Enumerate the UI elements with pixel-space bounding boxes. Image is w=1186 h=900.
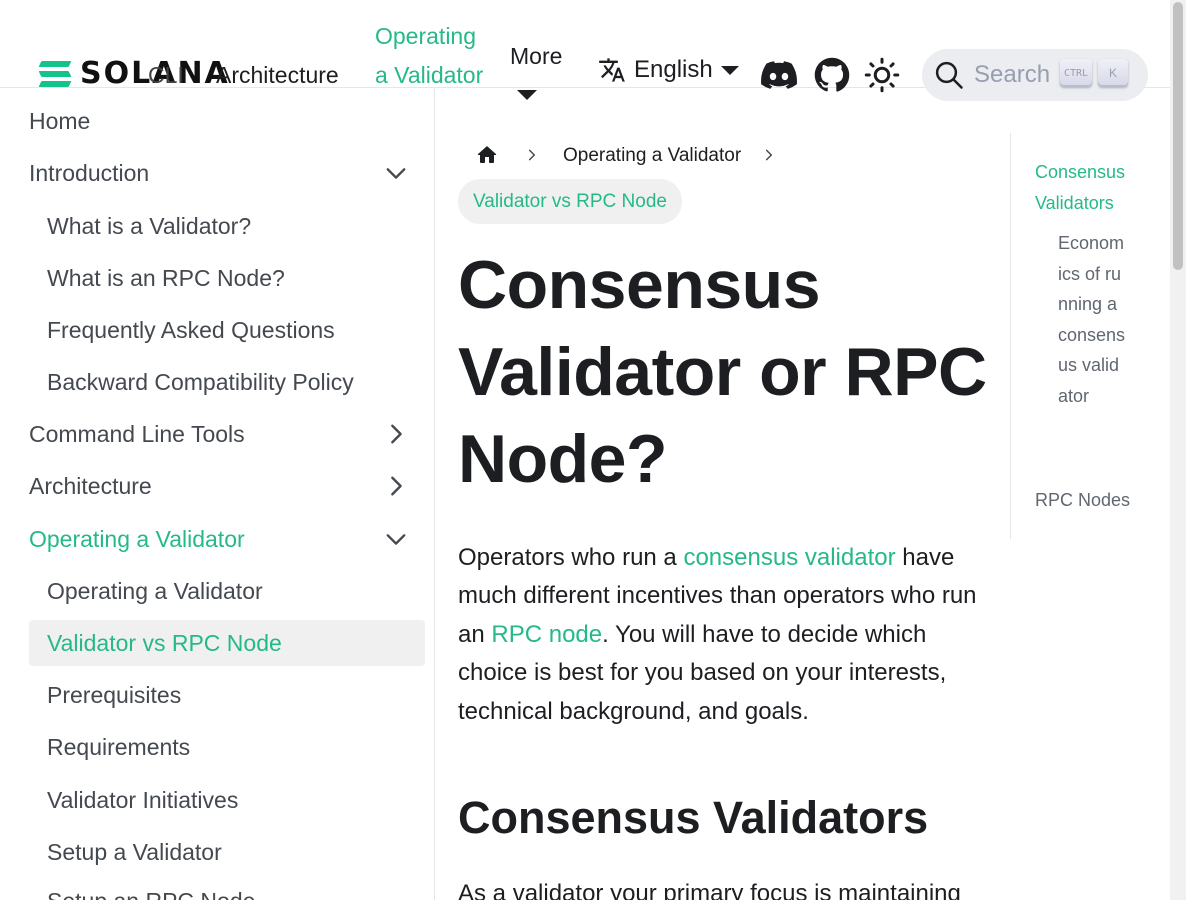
sidebar-item-label: Requirements <box>47 734 191 760</box>
sidebar-item-label: Home <box>29 108 91 134</box>
sidebar-item-label: Validator vs RPC Node <box>47 630 282 656</box>
sidebar-item-validator-initiatives[interactable]: Validator Initiatives <box>29 777 425 823</box>
sidebar-item-operating-validator[interactable]: Operating a Validator <box>29 516 425 562</box>
toc-link-rpc-nodes[interactable]: RPC Nodes <box>1035 485 1155 516</box>
sidebar-item-prerequisites[interactable]: Prerequisites <box>29 672 425 718</box>
sidebar-item-label: Prerequisites <box>47 682 182 708</box>
chevron-right-icon <box>765 149 773 161</box>
main-content: Operating a Validator Validator vs RPC N… <box>435 88 1010 900</box>
sidebar-item-label: Architecture <box>29 473 152 499</box>
toc-link-consensus-validators[interactable]: Consensus Validators <box>1035 157 1155 218</box>
sidebar-item-setup-rpc-node[interactable]: Setup an RPC Node <box>29 878 425 900</box>
solana-logo[interactable]: SOLANA <box>38 59 230 89</box>
language-label: English <box>634 56 713 83</box>
top-navbar: SOLANA CLI Architecture Operating a Vali… <box>0 0 1170 101</box>
sidebar-item-label: Backward Compatibility Policy <box>47 369 354 395</box>
sidebar-item-backward-compatibility[interactable]: Backward Compatibility Policy <box>29 359 425 405</box>
table-of-contents: Consensus Validators Economics of runnin… <box>1010 133 1160 539</box>
page-title: Consensus Validator or RPC Node? <box>458 247 987 497</box>
sidebar-item-label: Introduction <box>29 160 150 186</box>
intro-paragraph: Operators who run a consensus validator … <box>458 539 978 731</box>
k-key-hint: K <box>1098 59 1128 87</box>
sidebar-item-label: What is an RPC Node? <box>47 265 285 291</box>
scrollbar-thumb[interactable] <box>1173 2 1183 270</box>
chevron-down-icon[interactable] <box>385 528 407 550</box>
nav-more-dropdown[interactable]: More <box>510 37 562 75</box>
intro-text: Operators who run a <box>458 544 684 571</box>
breadcrumb-item[interactable]: Operating a Validator <box>563 143 741 169</box>
nav-link-operating-validator[interactable]: Operating a Validator <box>375 17 485 94</box>
sidebar-item-label: Setup a Validator <box>47 839 222 865</box>
toc-link-economics[interactable]: Economics of running a consensus validat… <box>1058 228 1128 411</box>
sidebar-item-label: Setup an RPC Node <box>47 888 255 900</box>
sidebar-item-label: Command Line Tools <box>29 421 245 447</box>
search-placeholder: Search <box>974 61 1051 88</box>
caret-down-icon <box>720 65 739 75</box>
consensus-validator-link[interactable]: consensus validator <box>683 544 895 571</box>
section-heading: Consensus Validators <box>458 792 929 843</box>
docs-sidebar: Home Introduction What is a Validator? W… <box>0 88 435 900</box>
chevron-right-icon[interactable] <box>385 423 407 445</box>
sidebar-item-label: Operating a Validator <box>47 578 263 604</box>
sidebar-item-label: Validator Initiatives <box>47 787 239 813</box>
sidebar-item-label: Operating a Validator <box>29 526 245 552</box>
sidebar-item-operating-validator-page[interactable]: Operating a Validator <box>29 568 425 614</box>
language-dropdown[interactable]: English <box>598 56 739 84</box>
sidebar-item-what-is-validator[interactable]: What is a Validator? <box>29 203 425 249</box>
sidebar-item-faq[interactable]: Frequently Asked Questions <box>29 307 425 353</box>
home-icon[interactable] <box>475 143 499 167</box>
sidebar-item-home[interactable]: Home <box>29 98 425 144</box>
sidebar-item-requirements[interactable]: Requirements <box>29 724 425 770</box>
sidebar-item-command-line-tools[interactable]: Command Line Tools <box>29 411 425 457</box>
sidebar-item-architecture[interactable]: Architecture <box>29 463 425 509</box>
sidebar-item-what-is-rpc-node[interactable]: What is an RPC Node? <box>29 255 425 301</box>
search-icon <box>935 61 963 89</box>
sidebar-item-setup-validator[interactable]: Setup a Validator <box>29 829 425 875</box>
sidebar-item-label: Frequently Asked Questions <box>47 317 335 343</box>
chevron-down-icon[interactable] <box>385 162 407 184</box>
chevron-right-icon <box>528 149 536 161</box>
sidebar-item-validator-vs-rpc[interactable]: Validator vs RPC Node <box>29 620 425 666</box>
sidebar-item-label: What is a Validator? <box>47 213 252 239</box>
page-scrollbar[interactable] <box>1170 0 1186 900</box>
rpc-node-link[interactable]: RPC node <box>491 621 602 648</box>
sidebar-item-introduction[interactable]: Introduction <box>29 150 425 196</box>
translate-icon <box>599 58 625 82</box>
breadcrumb-current: Validator vs RPC Node <box>458 179 682 224</box>
section-paragraph: As a validator your primary focus is mai… <box>458 880 961 900</box>
chevron-right-icon[interactable] <box>385 475 407 497</box>
ctrl-key-hint: CTRL <box>1060 59 1092 87</box>
solana-logo-icon <box>38 60 72 88</box>
